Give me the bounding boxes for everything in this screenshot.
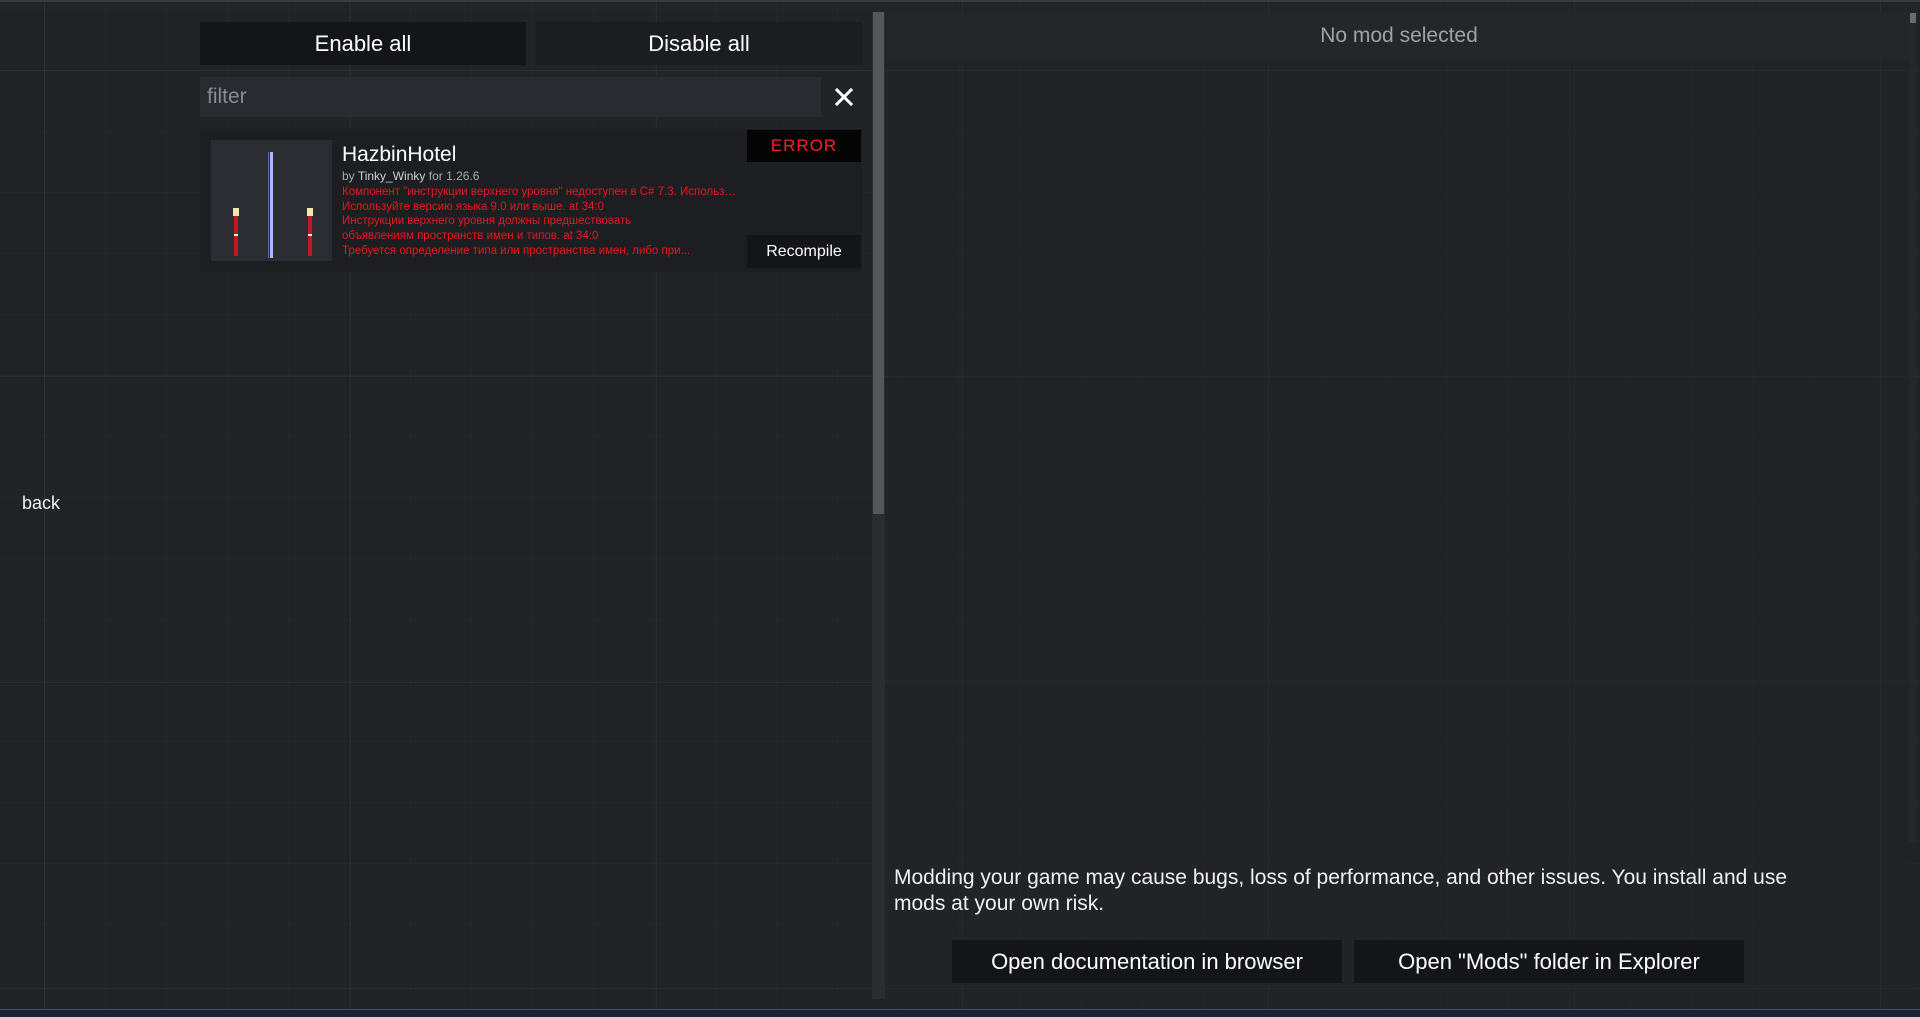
- top-border: [0, 0, 1920, 2]
- no-mod-selected-label: No mod selected: [1320, 24, 1478, 47]
- enable-all-button[interactable]: Enable all: [200, 22, 526, 65]
- mod-list-item[interactable]: HazbinHotel by Tinky_Winky for 1.26.6 Ко…: [200, 129, 862, 272]
- mod-detail-panel: [888, 12, 1910, 999]
- mod-title: HazbinHotel: [342, 143, 457, 166]
- error-line: Требуется определение типа или пространс…: [342, 244, 691, 257]
- mod-author-line: by Tinky_Winky for 1.26.6: [342, 169, 479, 183]
- mod-thumbnail: [211, 140, 332, 261]
- detail-scrollbar[interactable]: [1909, 12, 1917, 842]
- filter-input[interactable]: [200, 77, 821, 117]
- mod-author: Tinky_Winky: [357, 169, 426, 183]
- back-button[interactable]: back: [22, 493, 60, 514]
- error-line: объявлениям пространств имен и типов. at…: [342, 230, 599, 243]
- mod-preview-image: [211, 140, 332, 261]
- by-label: by: [342, 169, 355, 183]
- for-label: for: [428, 169, 443, 183]
- mods-screen: back Enable all Disable all HazbinHotel: [0, 0, 1920, 1017]
- recompile-button[interactable]: Recompile: [747, 235, 861, 268]
- taskbar-strip: [0, 1010, 1920, 1017]
- disable-all-button[interactable]: Disable all: [536, 22, 862, 65]
- modding-disclaimer: Modding your game may cause bugs, loss o…: [894, 866, 1788, 915]
- error-status-badge: ERROR: [747, 130, 861, 162]
- error-line: Используйте версию языка 9.0 или выше. a…: [342, 200, 605, 213]
- filter-field: [200, 77, 821, 117]
- clear-filter-button[interactable]: [830, 82, 858, 112]
- mod-error-messages: Компонент "инструкции верхнего уровня" н…: [342, 185, 737, 259]
- close-icon: [835, 88, 853, 106]
- open-mods-folder-button[interactable]: Open "Mods" folder in Explorer: [1354, 940, 1744, 983]
- error-line: Компонент "инструкции верхнего уровня" н…: [342, 186, 737, 198]
- mod-list-scrollbar-thumb[interactable]: [873, 12, 884, 514]
- mod-game-version: 1.26.6: [446, 169, 480, 183]
- open-documentation-button[interactable]: Open documentation in browser: [952, 940, 1342, 983]
- error-line: Инструкции верхнего уровня должны предше…: [342, 215, 632, 228]
- detail-scrollbar-thumb[interactable]: [1910, 13, 1916, 23]
